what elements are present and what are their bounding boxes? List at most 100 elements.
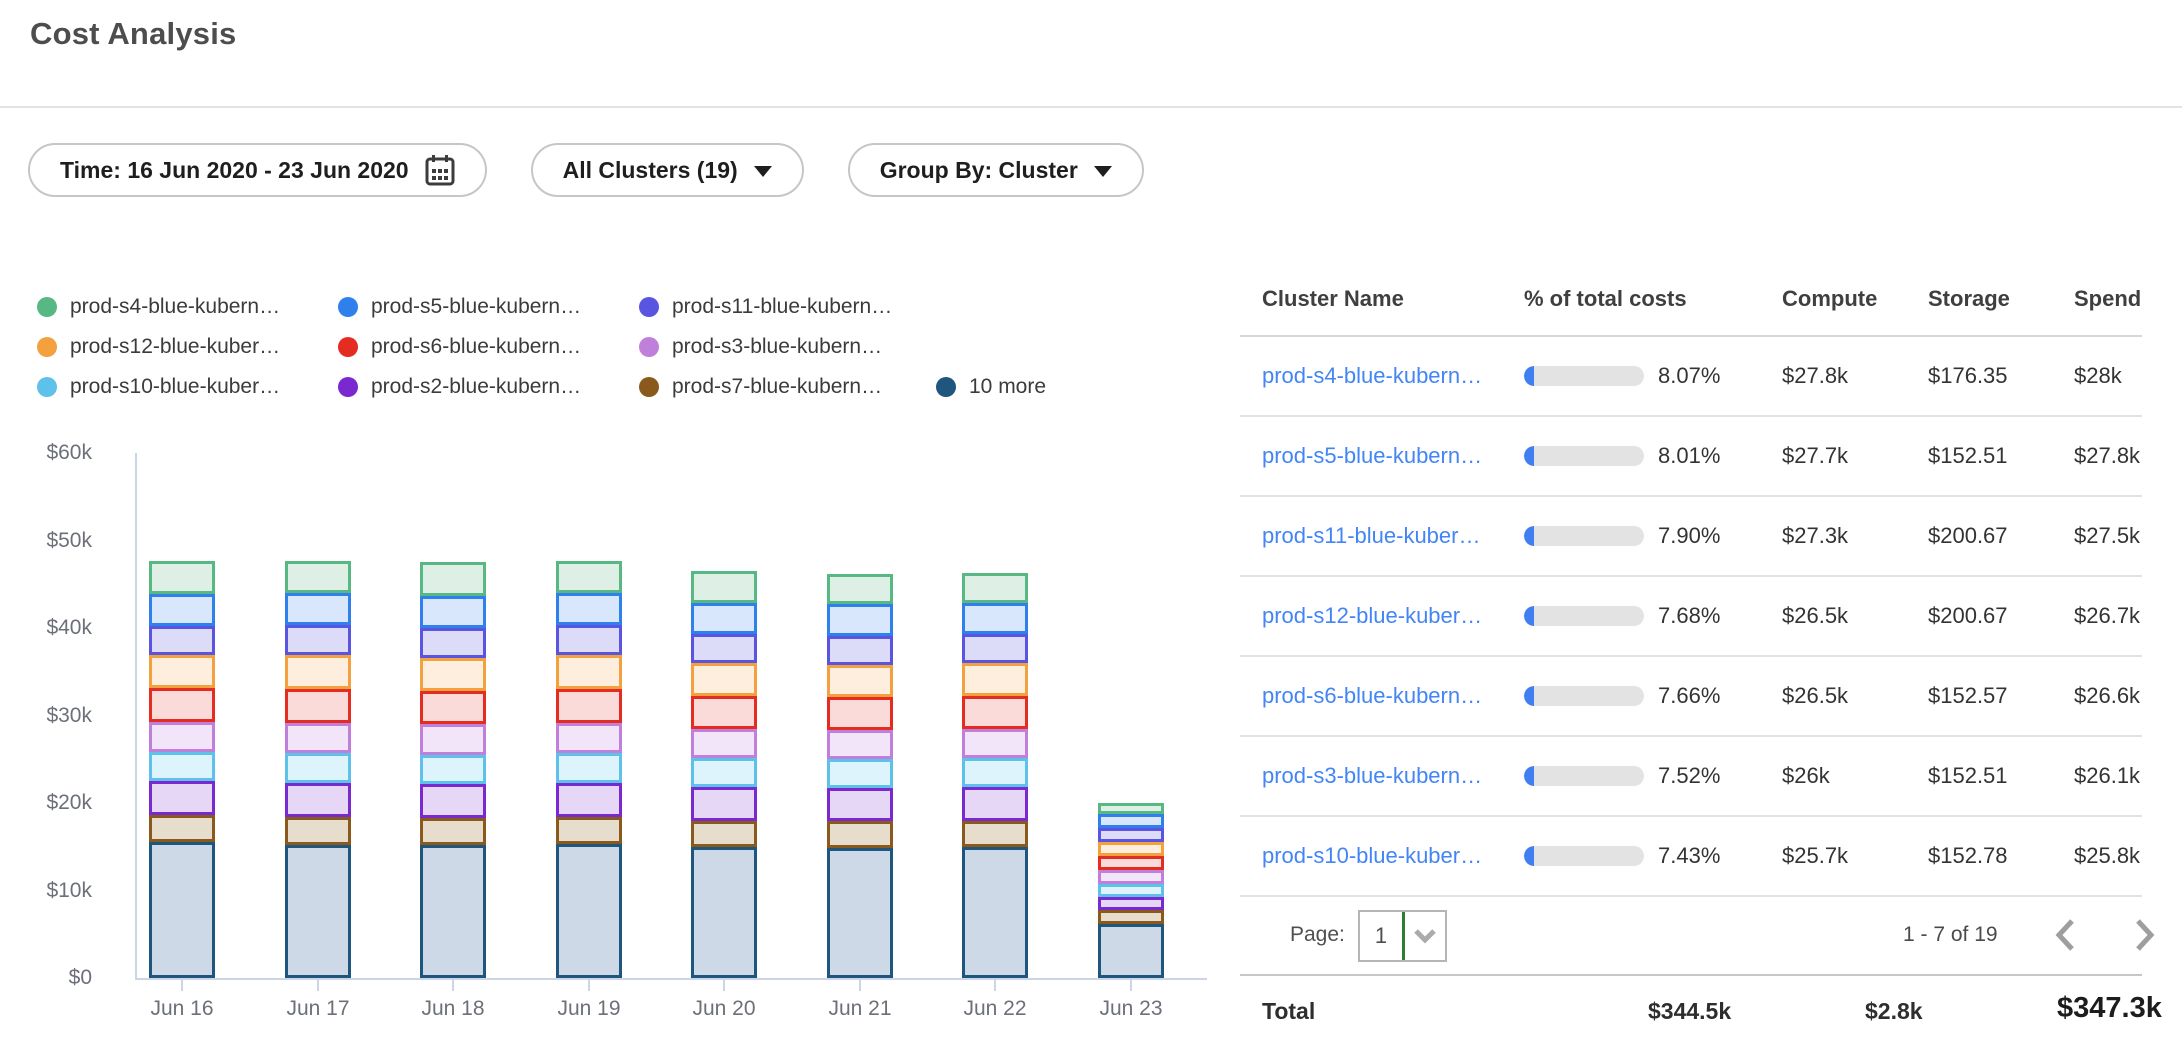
bar-segment-prod-s11-blue-kubern-[interactable] xyxy=(1098,828,1164,842)
group-by-dropdown[interactable]: Group By: Cluster xyxy=(848,143,1144,197)
bar-segment-prod-s3-blue-kubern-[interactable] xyxy=(556,723,622,754)
bar-segment-prod-s12-blue-kuber-[interactable] xyxy=(1098,842,1164,856)
cluster-name-link[interactable]: prod-s3-blue-kubern… xyxy=(1262,763,1482,788)
legend-item-10-more[interactable]: 10 more xyxy=(936,375,1046,399)
cluster-name-link[interactable]: prod-s4-blue-kubern… xyxy=(1262,363,1482,388)
bar-segment-prod-s3-blue-kubern-[interactable] xyxy=(149,722,215,753)
bar-segment-prod-s3-blue-kubern-[interactable] xyxy=(691,729,757,759)
bar-segment-prod-s2-blue-kubern-[interactable] xyxy=(962,787,1028,820)
bar-segment-prod-s6-blue-kubern-[interactable] xyxy=(149,688,215,721)
clusters-filter-dropdown[interactable]: All Clusters (19) xyxy=(531,143,804,197)
bar-segment-prod-s11-blue-kubern-[interactable] xyxy=(285,625,351,655)
bar-segment-prod-s11-blue-kubern-[interactable] xyxy=(962,634,1028,663)
bar-segment-10-more[interactable] xyxy=(962,847,1028,978)
bar-segment-prod-s3-blue-kubern-[interactable] xyxy=(420,724,486,755)
bar-segment-prod-s11-blue-kubern-[interactable] xyxy=(556,625,622,655)
legend-item-prod-s12-blue-kuber-[interactable]: prod-s12-blue-kuber… xyxy=(37,335,338,359)
legend-item-prod-s6-blue-kubern-[interactable]: prod-s6-blue-kubern… xyxy=(338,335,639,359)
bar-segment-prod-s4-blue-kubern-[interactable] xyxy=(149,561,215,594)
bar-segment-prod-s2-blue-kubern-[interactable] xyxy=(556,783,622,817)
bar-segment-prod-s7-blue-kubern-[interactable] xyxy=(1098,910,1164,924)
bar-segment-prod-s5-blue-kubern-[interactable] xyxy=(827,604,893,636)
cluster-name-link[interactable]: prod-s6-blue-kubern… xyxy=(1262,683,1482,708)
bar-segment-prod-s6-blue-kubern-[interactable] xyxy=(962,696,1028,728)
legend-item-prod-s11-blue-kubern-[interactable]: prod-s11-blue-kubern… xyxy=(639,295,936,319)
bar-jun-16[interactable] xyxy=(149,561,215,978)
bar-segment-10-more[interactable] xyxy=(827,848,893,978)
bar-jun-20[interactable] xyxy=(691,571,757,978)
bar-segment-prod-s5-blue-kubern-[interactable] xyxy=(691,603,757,635)
bar-segment-prod-s2-blue-kubern-[interactable] xyxy=(420,784,486,818)
cluster-name-link[interactable]: prod-s12-blue-kuber… xyxy=(1262,603,1482,628)
next-page-icon[interactable] xyxy=(2125,915,2165,955)
bar-segment-prod-s6-blue-kubern-[interactable] xyxy=(1098,856,1164,870)
legend-item-prod-s7-blue-kubern-[interactable]: prod-s7-blue-kubern… xyxy=(639,375,936,399)
cluster-name-link[interactable]: prod-s10-blue-kuber… xyxy=(1262,843,1482,868)
bar-jun-17[interactable] xyxy=(285,561,351,978)
bar-segment-prod-s10-blue-kuber-[interactable] xyxy=(285,753,351,783)
bar-segment-prod-s11-blue-kubern-[interactable] xyxy=(149,626,215,655)
previous-page-icon[interactable] xyxy=(2045,915,2085,955)
legend-item-prod-s5-blue-kubern-[interactable]: prod-s5-blue-kubern… xyxy=(338,295,639,319)
bar-segment-prod-s6-blue-kubern-[interactable] xyxy=(420,691,486,724)
bar-segment-prod-s5-blue-kubern-[interactable] xyxy=(420,596,486,628)
bar-segment-prod-s10-blue-kuber-[interactable] xyxy=(149,752,215,781)
bar-segment-prod-s10-blue-kuber-[interactable] xyxy=(556,753,622,783)
bar-segment-prod-s12-blue-kuber-[interactable] xyxy=(827,665,893,697)
bar-segment-prod-s3-blue-kubern-[interactable] xyxy=(1098,870,1164,883)
bar-segment-prod-s3-blue-kubern-[interactable] xyxy=(962,729,1028,759)
bar-segment-prod-s4-blue-kubern-[interactable] xyxy=(962,573,1028,603)
bar-segment-prod-s10-blue-kuber-[interactable] xyxy=(827,759,893,788)
cluster-name-link[interactable]: prod-s5-blue-kubern… xyxy=(1262,443,1482,468)
bar-segment-prod-s12-blue-kuber-[interactable] xyxy=(149,655,215,688)
bar-segment-prod-s4-blue-kubern-[interactable] xyxy=(420,562,486,595)
bar-jun-21[interactable] xyxy=(827,574,893,978)
bar-segment-prod-s10-blue-kuber-[interactable] xyxy=(1098,884,1164,897)
bar-segment-prod-s7-blue-kubern-[interactable] xyxy=(285,817,351,845)
bar-segment-10-more[interactable] xyxy=(1098,924,1164,978)
bar-segment-prod-s2-blue-kubern-[interactable] xyxy=(827,788,893,821)
bar-segment-prod-s5-blue-kubern-[interactable] xyxy=(149,594,215,626)
bar-segment-prod-s3-blue-kubern-[interactable] xyxy=(827,730,893,760)
time-range-filter[interactable]: Time: 16 Jun 2020 - 23 Jun 2020 xyxy=(28,143,487,197)
bar-jun-22[interactable] xyxy=(962,573,1028,978)
bar-jun-18[interactable] xyxy=(420,562,486,978)
bar-segment-prod-s2-blue-kubern-[interactable] xyxy=(691,787,757,820)
bar-segment-prod-s10-blue-kuber-[interactable] xyxy=(420,755,486,784)
bar-segment-prod-s6-blue-kubern-[interactable] xyxy=(691,696,757,728)
bar-segment-prod-s6-blue-kubern-[interactable] xyxy=(827,697,893,729)
page-select[interactable]: 1 xyxy=(1358,910,1447,962)
legend-item-prod-s2-blue-kubern-[interactable]: prod-s2-blue-kubern… xyxy=(338,375,639,399)
legend-item-prod-s10-blue-kuber-[interactable]: prod-s10-blue-kuber… xyxy=(37,375,338,399)
bar-segment-prod-s2-blue-kubern-[interactable] xyxy=(1098,897,1164,910)
bar-segment-prod-s12-blue-kuber-[interactable] xyxy=(962,663,1028,696)
bar-segment-prod-s12-blue-kuber-[interactable] xyxy=(420,658,486,691)
legend-item-prod-s4-blue-kubern-[interactable]: prod-s4-blue-kubern… xyxy=(37,295,338,319)
bar-segment-prod-s5-blue-kubern-[interactable] xyxy=(1098,814,1164,829)
bar-segment-prod-s7-blue-kubern-[interactable] xyxy=(962,821,1028,847)
cluster-name-link[interactable]: prod-s11-blue-kuber… xyxy=(1262,523,1480,548)
bar-segment-prod-s11-blue-kubern-[interactable] xyxy=(827,636,893,665)
bar-segment-prod-s4-blue-kubern-[interactable] xyxy=(285,561,351,593)
bar-segment-10-more[interactable] xyxy=(691,847,757,978)
bar-segment-prod-s11-blue-kubern-[interactable] xyxy=(691,634,757,663)
bar-segment-prod-s3-blue-kubern-[interactable] xyxy=(285,723,351,754)
bar-segment-prod-s7-blue-kubern-[interactable] xyxy=(556,817,622,844)
bar-segment-prod-s5-blue-kubern-[interactable] xyxy=(962,603,1028,635)
bar-segment-prod-s11-blue-kubern-[interactable] xyxy=(420,628,486,658)
bar-segment-prod-s4-blue-kubern-[interactable] xyxy=(827,574,893,605)
bar-segment-prod-s5-blue-kubern-[interactable] xyxy=(285,593,351,625)
bar-segment-10-more[interactable] xyxy=(285,845,351,978)
bar-segment-prod-s7-blue-kubern-[interactable] xyxy=(420,818,486,845)
bar-segment-prod-s2-blue-kubern-[interactable] xyxy=(149,781,215,815)
bar-jun-19[interactable] xyxy=(556,561,622,978)
bar-jun-23[interactable] xyxy=(1098,803,1164,978)
bar-segment-prod-s7-blue-kubern-[interactable] xyxy=(691,821,757,847)
bar-segment-10-more[interactable] xyxy=(420,845,486,978)
bar-segment-prod-s12-blue-kuber-[interactable] xyxy=(556,655,622,689)
bar-segment-prod-s7-blue-kubern-[interactable] xyxy=(149,815,215,842)
bar-segment-prod-s10-blue-kuber-[interactable] xyxy=(691,758,757,787)
bar-segment-prod-s4-blue-kubern-[interactable] xyxy=(1098,803,1164,814)
bar-segment-prod-s6-blue-kubern-[interactable] xyxy=(556,689,622,722)
bar-segment-prod-s7-blue-kubern-[interactable] xyxy=(827,821,893,847)
